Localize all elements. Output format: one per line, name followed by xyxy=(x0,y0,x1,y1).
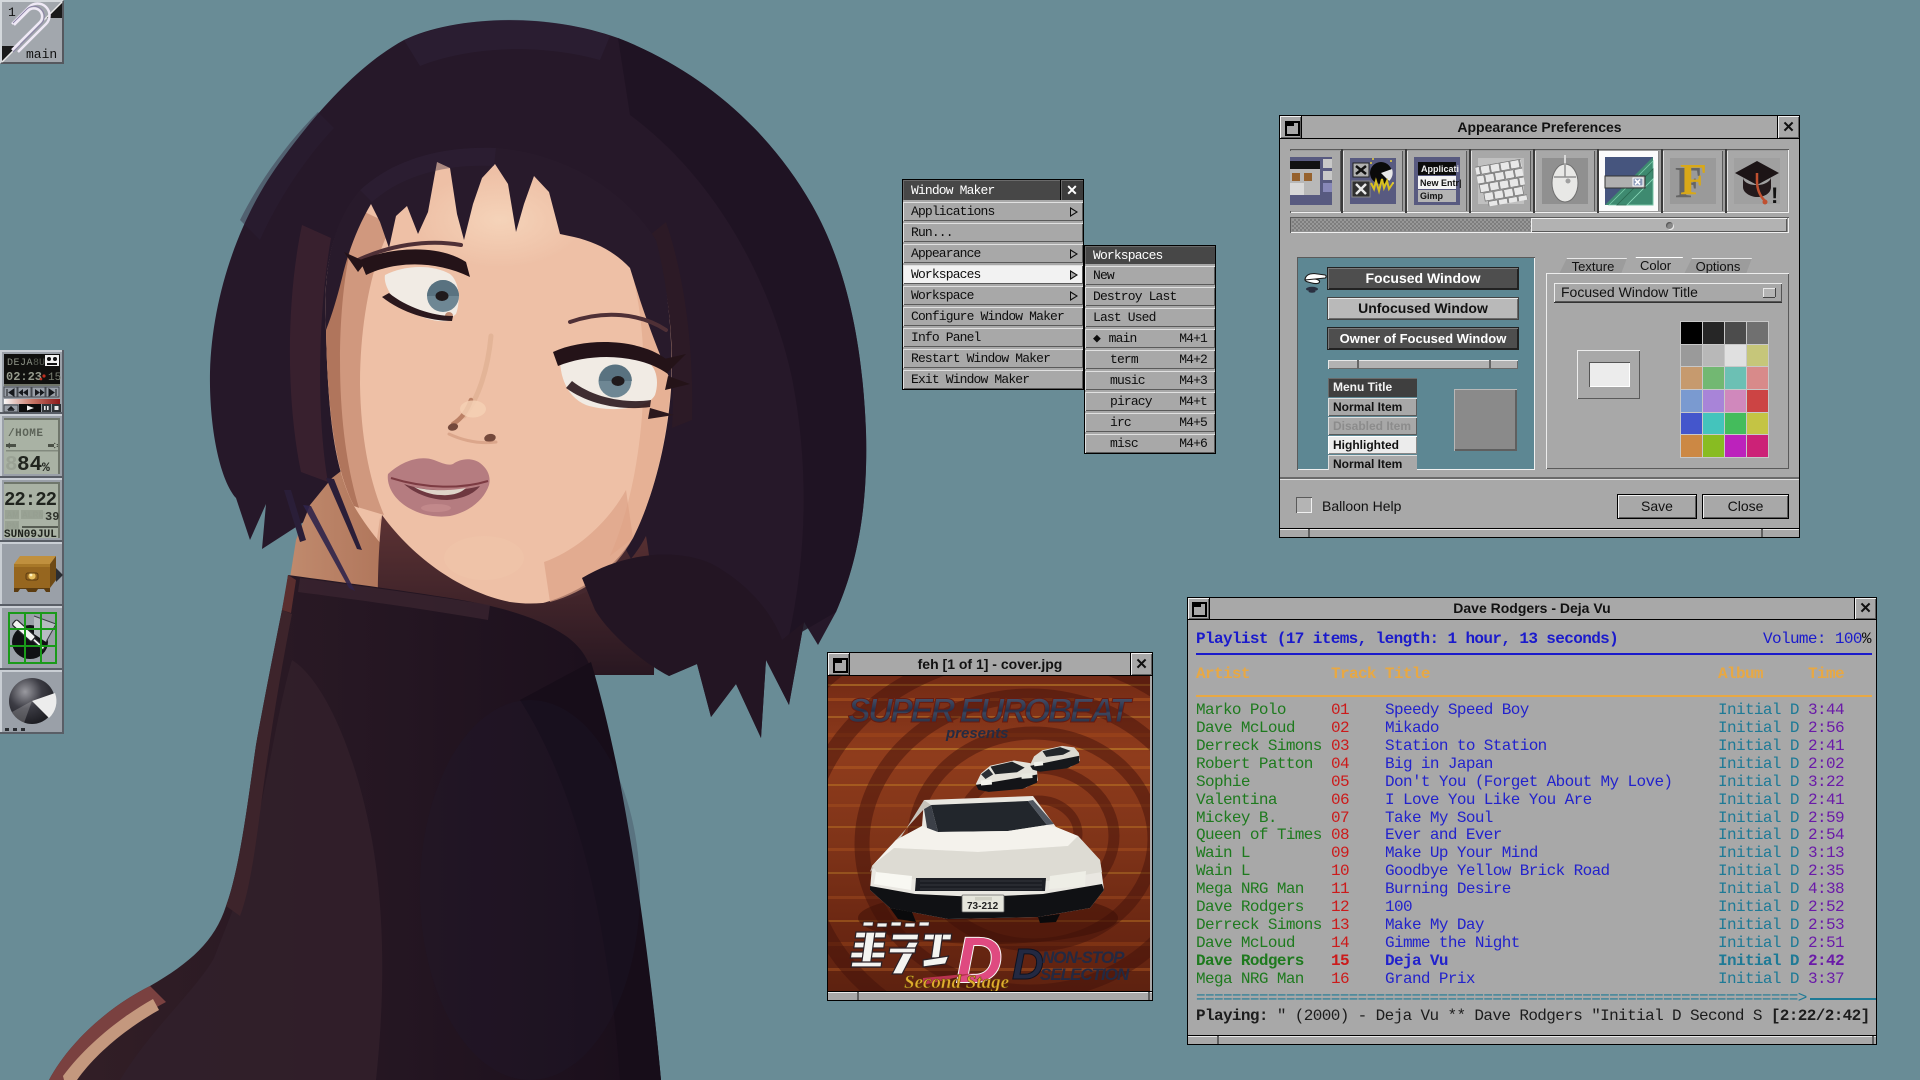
svg-text:F: F xyxy=(1680,155,1707,204)
svg-text:ALRM: ALRM xyxy=(22,511,45,520)
svg-text:73-212: 73-212 xyxy=(967,901,999,912)
svg-text:AM: AM xyxy=(7,511,20,520)
svg-text:DEJA: DEJA xyxy=(7,358,33,369)
svg-text:presents: presents xyxy=(945,725,1009,742)
svg-text:Second Stage: Second Stage xyxy=(904,972,1010,991)
svg-text:15: 15 xyxy=(48,372,61,384)
svg-text:New Entr|: New Entr| xyxy=(1420,178,1462,188)
svg-text:22:22: 22:22 xyxy=(4,489,57,511)
svg-text:%: % xyxy=(42,460,50,475)
svg-text:SELECTION: SELECTION xyxy=(1040,965,1130,984)
svg-text:!: ! xyxy=(1771,183,1778,208)
svg-text:84: 84 xyxy=(17,454,42,477)
svg-text:8: 8 xyxy=(5,454,18,477)
svg-text:/HOME: /HOME xyxy=(8,428,44,440)
svg-text:8U: 8U xyxy=(33,358,45,369)
svg-text:Applicati: Applicati xyxy=(1421,164,1459,174)
svg-text:D: D xyxy=(1012,940,1044,989)
svg-text:main: main xyxy=(26,47,57,62)
svg-text:SUN09JUL: SUN09JUL xyxy=(4,529,57,541)
svg-text:39: 39 xyxy=(45,510,59,524)
svg-text:Gimp: Gimp xyxy=(1420,191,1444,201)
svg-text:02:23: 02:23 xyxy=(6,370,42,384)
svg-text:1: 1 xyxy=(8,5,16,20)
